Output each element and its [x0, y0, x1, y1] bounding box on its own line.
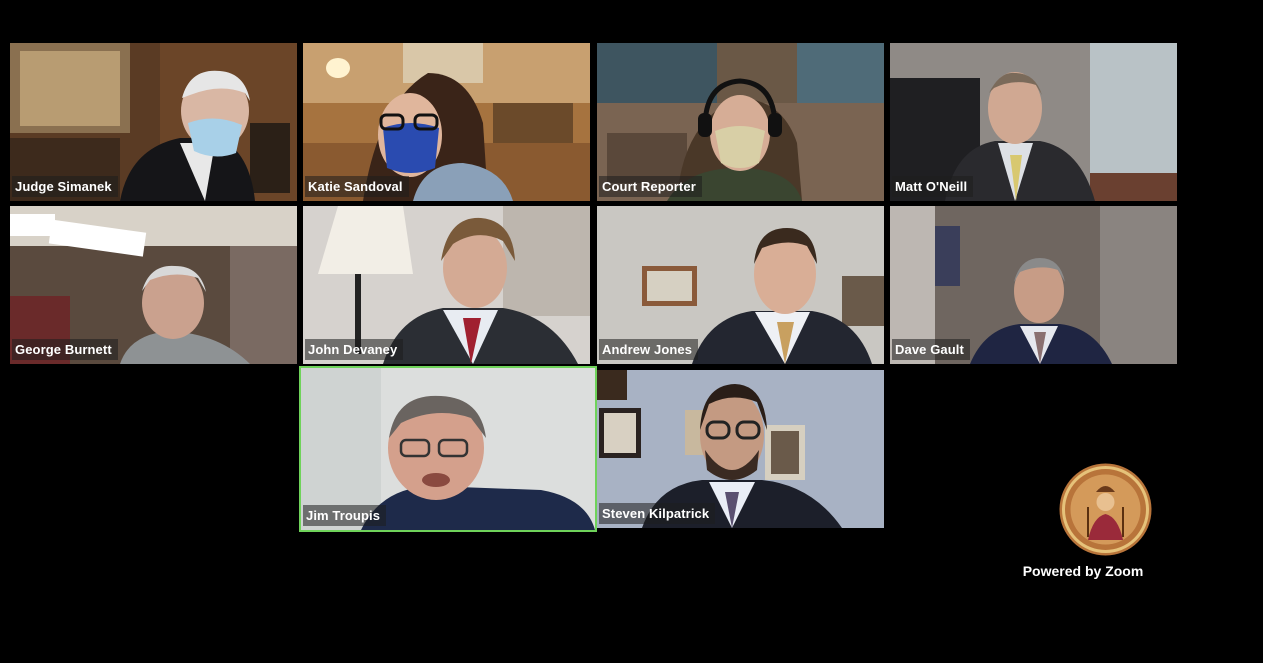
video-tile-andrew-jones[interactable]: Andrew Jones	[597, 206, 884, 364]
video-tile-john-devaney[interactable]: John Devaney	[303, 206, 590, 364]
video-tile-george-burnett[interactable]: George Burnett	[10, 206, 297, 364]
participant-name: Jim Troupis	[303, 505, 387, 526]
participant-name: Katie Sandoval	[305, 176, 409, 197]
participant-name: Steven Kilpatrick	[599, 503, 716, 524]
video-tile-dave-gault[interactable]: Dave Gault	[890, 206, 1177, 364]
participant-name: Andrew Jones	[599, 339, 699, 360]
participant-name: Court Reporter	[599, 176, 702, 197]
video-tile-matt-oneill[interactable]: Matt O'Neill	[890, 43, 1177, 201]
participant-name: Matt O'Neill	[892, 176, 974, 197]
video-tile-jim-troupis[interactable]: Jim Troupis	[299, 366, 597, 532]
participant-name: Dave Gault	[892, 339, 970, 360]
video-tile-court-reporter[interactable]: Court Reporter	[597, 43, 884, 201]
court-seal-icon	[1059, 463, 1152, 556]
participant-name: George Burnett	[12, 339, 118, 360]
participant-name: John Devaney	[305, 339, 404, 360]
video-tile-steven-kilpatrick[interactable]: Steven Kilpatrick	[597, 370, 884, 528]
powered-by-label: Powered by Zoom	[1022, 563, 1144, 579]
video-tile-judge-simanek[interactable]: Judge Simanek	[10, 43, 297, 201]
video-tile-katie-sandoval[interactable]: Katie Sandoval	[303, 43, 590, 201]
participant-name: Judge Simanek	[12, 176, 118, 197]
